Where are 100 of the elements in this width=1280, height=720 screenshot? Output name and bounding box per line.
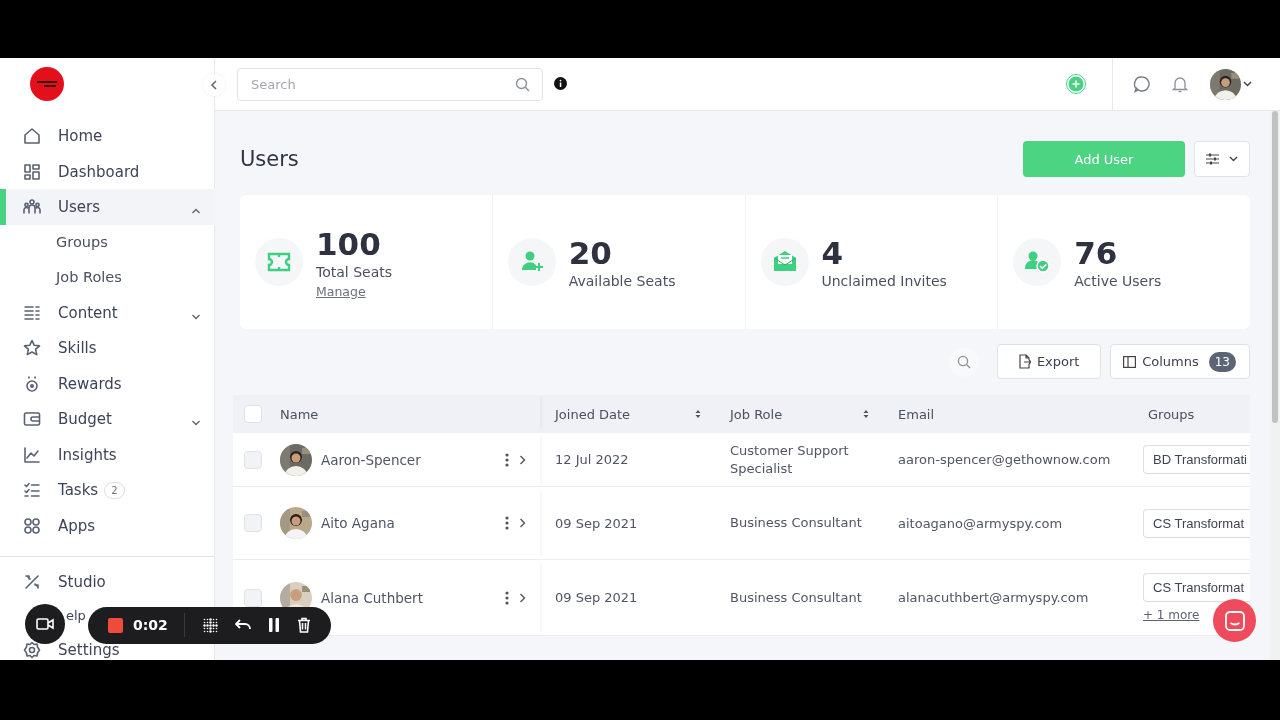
- stat-label: Available Seats: [568, 273, 676, 289]
- stat-label: Total Seats: [316, 263, 392, 280]
- video-camera-icon: [36, 617, 54, 631]
- chevron-left-icon: [210, 80, 218, 90]
- search-field[interactable]: Search: [237, 67, 543, 101]
- stat-value: 4: [821, 235, 845, 271]
- nav-item[interactable]: Insights: [0, 436, 215, 473]
- nav-item[interactable]: Rewards: [0, 365, 215, 402]
- table-cell: aitoagano@armyspy.com: [898, 515, 1063, 531]
- scrollbar[interactable]: [1270, 111, 1280, 660]
- caret-icon: [1243, 81, 1252, 87]
- nav-item[interactable]: Tasks 2: [0, 472, 215, 508]
- stat-label: Unclaimed Invites: [821, 273, 947, 289]
- user-name[interactable]: Aito Agana: [321, 515, 505, 531]
- chevron-right-icon: [519, 518, 526, 528]
- stat-value: 20: [568, 235, 613, 271]
- settings-icon: [22, 640, 42, 660]
- home-icon: [22, 126, 42, 147]
- table-cell: 09 Sep 2021: [555, 515, 638, 531]
- user-name[interactable]: Alana Cuthbert: [321, 589, 505, 606]
- expand-button[interactable]: [519, 454, 526, 465]
- count-badge: 13: [1208, 351, 1236, 372]
- nav-item[interactable]: Skills: [0, 330, 215, 366]
- expand-button[interactable]: [519, 518, 526, 528]
- column-header[interactable]: Joined Date: [555, 406, 695, 422]
- logo-icon: [30, 67, 64, 102]
- more-button[interactable]: [505, 516, 509, 530]
- notifications-button[interactable]: [1172, 75, 1188, 93]
- table-cell: aaron-spencer@gethownow.com: [898, 452, 1111, 467]
- columns-button[interactable]: Columns 13: [1110, 344, 1250, 379]
- column-header: Name: [280, 406, 320, 422]
- chat-icon: [1133, 75, 1151, 93]
- group-tag: BD Transformati: [1143, 445, 1250, 474]
- kebab-icon: [505, 590, 509, 605]
- nav-item[interactable]: Budget: [0, 401, 215, 437]
- nav-subitem[interactable]: Job Roles: [0, 259, 215, 295]
- kebab-icon: [505, 452, 509, 467]
- page-title: Users: [240, 147, 300, 171]
- nav-item[interactable]: Users: [0, 189, 215, 225]
- expand-button[interactable]: [519, 592, 526, 603]
- chart-icon: [22, 444, 42, 465]
- stop-button[interactable]: [108, 617, 123, 633]
- undo-button[interactable]: [234, 619, 251, 631]
- pause-button[interactable]: [267, 618, 280, 632]
- chevron-right-icon: [519, 454, 526, 465]
- chevron-right-icon: [519, 592, 526, 603]
- recording-time: 0:02: [133, 617, 168, 633]
- sliders-icon: [1206, 153, 1219, 165]
- nav-item[interactable]: Settings: [0, 640, 126, 660]
- columns-icon: [1123, 355, 1137, 368]
- nav-item[interactable]: elp: [66, 606, 86, 626]
- column-header: Email: [898, 406, 936, 422]
- chat-button[interactable]: [1133, 75, 1151, 93]
- caret-icon: [1229, 156, 1238, 162]
- draw-button[interactable]: [202, 617, 218, 633]
- search-icon: [957, 354, 972, 369]
- table-cell: alanacuthbert@armyspy.com: [898, 590, 1089, 605]
- info-icon[interactable]: [554, 76, 567, 90]
- search-icon: [515, 76, 530, 92]
- nav-item[interactable]: Apps: [0, 507, 215, 544]
- chat-icon: [1224, 610, 1245, 631]
- nav-item[interactable]: Studio: [0, 571, 112, 592]
- apps-icon: [22, 515, 42, 536]
- undo-icon: [234, 619, 251, 631]
- pause-icon: [267, 618, 280, 632]
- user-name[interactable]: Aaron-Spencer: [321, 451, 505, 468]
- filter-button[interactable]: [1194, 141, 1250, 177]
- stat-label: Active Users: [1074, 273, 1162, 289]
- stat-value: 100: [316, 225, 382, 262]
- row-checkbox[interactable]: [244, 450, 262, 469]
- nav-item[interactable]: Content: [0, 294, 215, 331]
- kebab-icon: [505, 516, 509, 530]
- nav-subitem[interactable]: Groups: [0, 224, 215, 260]
- select-all-checkbox[interactable]: [244, 405, 262, 423]
- trash-icon: [296, 617, 311, 633]
- manage-link[interactable]: Manage: [316, 283, 366, 299]
- column-header: Groups: [1148, 406, 1196, 422]
- group-tag: CS Transformat: [1143, 508, 1250, 538]
- table-cell-text: Customer Support Specialist: [730, 441, 850, 478]
- more-button[interactable]: [505, 452, 509, 467]
- export-button[interactable]: Export: [997, 344, 1102, 379]
- row-checkbox[interactable]: [244, 588, 262, 607]
- column-header[interactable]: Job Role: [730, 406, 863, 422]
- dashboard-icon: [22, 161, 42, 182]
- table-cell: Business Consultant: [730, 588, 862, 607]
- stat-value: 76: [1074, 235, 1119, 271]
- table-cell: Business Consultant: [730, 514, 862, 532]
- plus-icon: [1066, 74, 1086, 94]
- row-checkbox[interactable]: [244, 514, 262, 532]
- nav-item[interactable]: Dashboard: [0, 153, 215, 190]
- delete-button[interactable]: [296, 617, 311, 633]
- profile-menu[interactable]: [1210, 68, 1252, 100]
- stop-icon: [108, 617, 123, 633]
- table-cell: 09 Sep 2021: [555, 590, 638, 605]
- bell-icon: [1172, 75, 1188, 93]
- table-cell: 12 Jul 2022: [555, 452, 629, 467]
- more-button[interactable]: [505, 590, 509, 605]
- nav-item[interactable]: Home: [0, 118, 215, 154]
- export-icon: [1017, 354, 1031, 369]
- more-link[interactable]: + 1 more: [1143, 608, 1200, 622]
